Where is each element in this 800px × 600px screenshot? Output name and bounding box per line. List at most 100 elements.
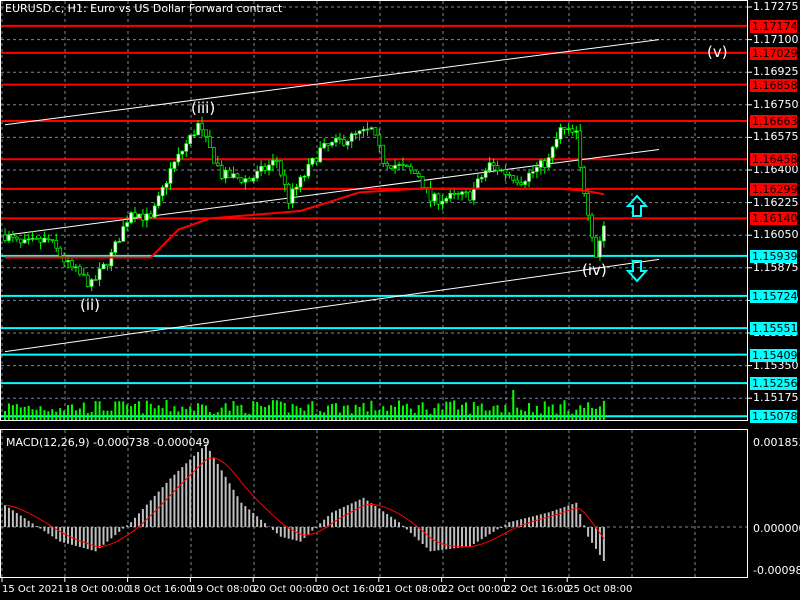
price-axis-label: 1.15175: [753, 391, 799, 405]
macd-histogram-bar: [559, 508, 562, 527]
macd-histogram-bar: [595, 527, 597, 549]
macd-histogram-bar: [35, 525, 38, 527]
candle-body: [562, 127, 567, 130]
macd-histogram-bar: [82, 527, 85, 549]
candle-body: [30, 237, 35, 240]
volume-bar: [165, 400, 168, 420]
chart-title: EURUSD.c, H1: Euro vs US Dollar Forward …: [5, 2, 283, 15]
volume-bar: [149, 403, 152, 420]
price-chart[interactable]: [0, 0, 800, 600]
volume-bar: [508, 412, 511, 420]
candle-body: [570, 128, 575, 133]
macd-histogram-bar: [216, 463, 219, 527]
volume-bar: [287, 412, 290, 420]
candle-body: [267, 164, 271, 171]
macd-histogram-bar: [390, 516, 393, 527]
volume-bar: [390, 405, 393, 420]
candle-body: [215, 162, 220, 166]
candle-body: [558, 127, 563, 140]
time-axis-label: 20 Oct 00:00: [253, 584, 319, 595]
volume-bar: [362, 402, 365, 420]
volume-bar: [43, 410, 46, 420]
volume-bar: [476, 406, 479, 420]
macd-histogram-bar: [157, 491, 160, 527]
volume-bar: [39, 406, 42, 420]
candle-body: [495, 165, 500, 172]
macd-histogram-bar: [409, 527, 412, 534]
macd-histogram-bar: [98, 527, 101, 549]
macd-histogram-bar: [279, 527, 282, 537]
candle-body: [369, 127, 374, 130]
candle-body: [14, 236, 19, 240]
volume-bar: [441, 409, 444, 420]
candle-body: [479, 177, 484, 180]
volume-bar: [19, 407, 22, 420]
volume-bar: [173, 406, 176, 420]
candle-body: [535, 166, 539, 172]
candle-body: [211, 147, 216, 164]
macd-histogram-bar: [51, 527, 54, 537]
volume-bar: [157, 405, 160, 420]
volume-bar: [177, 411, 180, 420]
macd-histogram-bar: [492, 527, 495, 532]
volume-bar: [354, 404, 357, 420]
macd-histogram-bar: [362, 497, 365, 527]
candle-body: [78, 266, 82, 275]
volume-bar: [252, 401, 255, 420]
macd-histogram-bar: [236, 496, 239, 527]
candle-body: [448, 192, 453, 199]
volume-bar: [311, 401, 314, 420]
volume-bar: [547, 406, 550, 420]
candle-body: [168, 168, 173, 184]
volume-bar: [11, 405, 14, 420]
volume-bar: [563, 400, 566, 420]
volume-bar: [338, 412, 341, 420]
volume-bar: [295, 406, 298, 420]
macd-histogram-bar: [555, 509, 558, 527]
candle-body: [385, 163, 390, 167]
candle-body: [302, 175, 307, 178]
volume-bar: [90, 411, 93, 420]
candle-body: [341, 139, 346, 146]
candle-body: [93, 279, 98, 281]
volume-bar: [130, 406, 133, 420]
volume-bar: [260, 405, 263, 420]
volume-bar: [358, 406, 361, 420]
candle-body: [148, 213, 153, 218]
candle-body: [180, 151, 185, 155]
macd-histogram-bar: [47, 527, 50, 534]
volume-bar: [394, 406, 397, 420]
volume-bar: [59, 408, 62, 420]
candle-body: [373, 127, 378, 136]
candle-body: [184, 143, 189, 152]
candle-body: [231, 173, 236, 178]
candle-body: [456, 193, 460, 195]
volume-bar: [23, 406, 26, 420]
candle-body: [499, 169, 504, 172]
macd-histogram-bar: [429, 527, 432, 552]
volume-bar: [63, 410, 66, 420]
candle-body: [133, 212, 137, 218]
macd-histogram-bar: [579, 514, 582, 527]
volume-bar: [433, 408, 436, 420]
macd-histogram-bar: [224, 476, 227, 527]
candle-body: [460, 191, 464, 195]
macd-histogram-bar: [472, 527, 475, 544]
volume-bar: [197, 403, 200, 420]
volume-bar: [405, 403, 408, 420]
candle-body: [326, 143, 330, 146]
volume-bar: [78, 408, 81, 420]
main-panel-frame: [0, 0, 748, 421]
price-axis-label: 1.16750: [753, 97, 799, 111]
volume-bar: [327, 405, 330, 420]
candle-body: [196, 122, 200, 136]
volume-bar: [401, 405, 404, 420]
volume-bar: [240, 404, 243, 420]
macd-histogram-bar: [63, 527, 66, 543]
candle-body: [66, 260, 70, 263]
candle-body: [18, 238, 23, 244]
volume-bar: [236, 405, 239, 420]
macd-histogram-bar: [535, 515, 538, 527]
candle-body: [349, 133, 354, 142]
price-axis-label: 1.15875: [753, 260, 799, 274]
